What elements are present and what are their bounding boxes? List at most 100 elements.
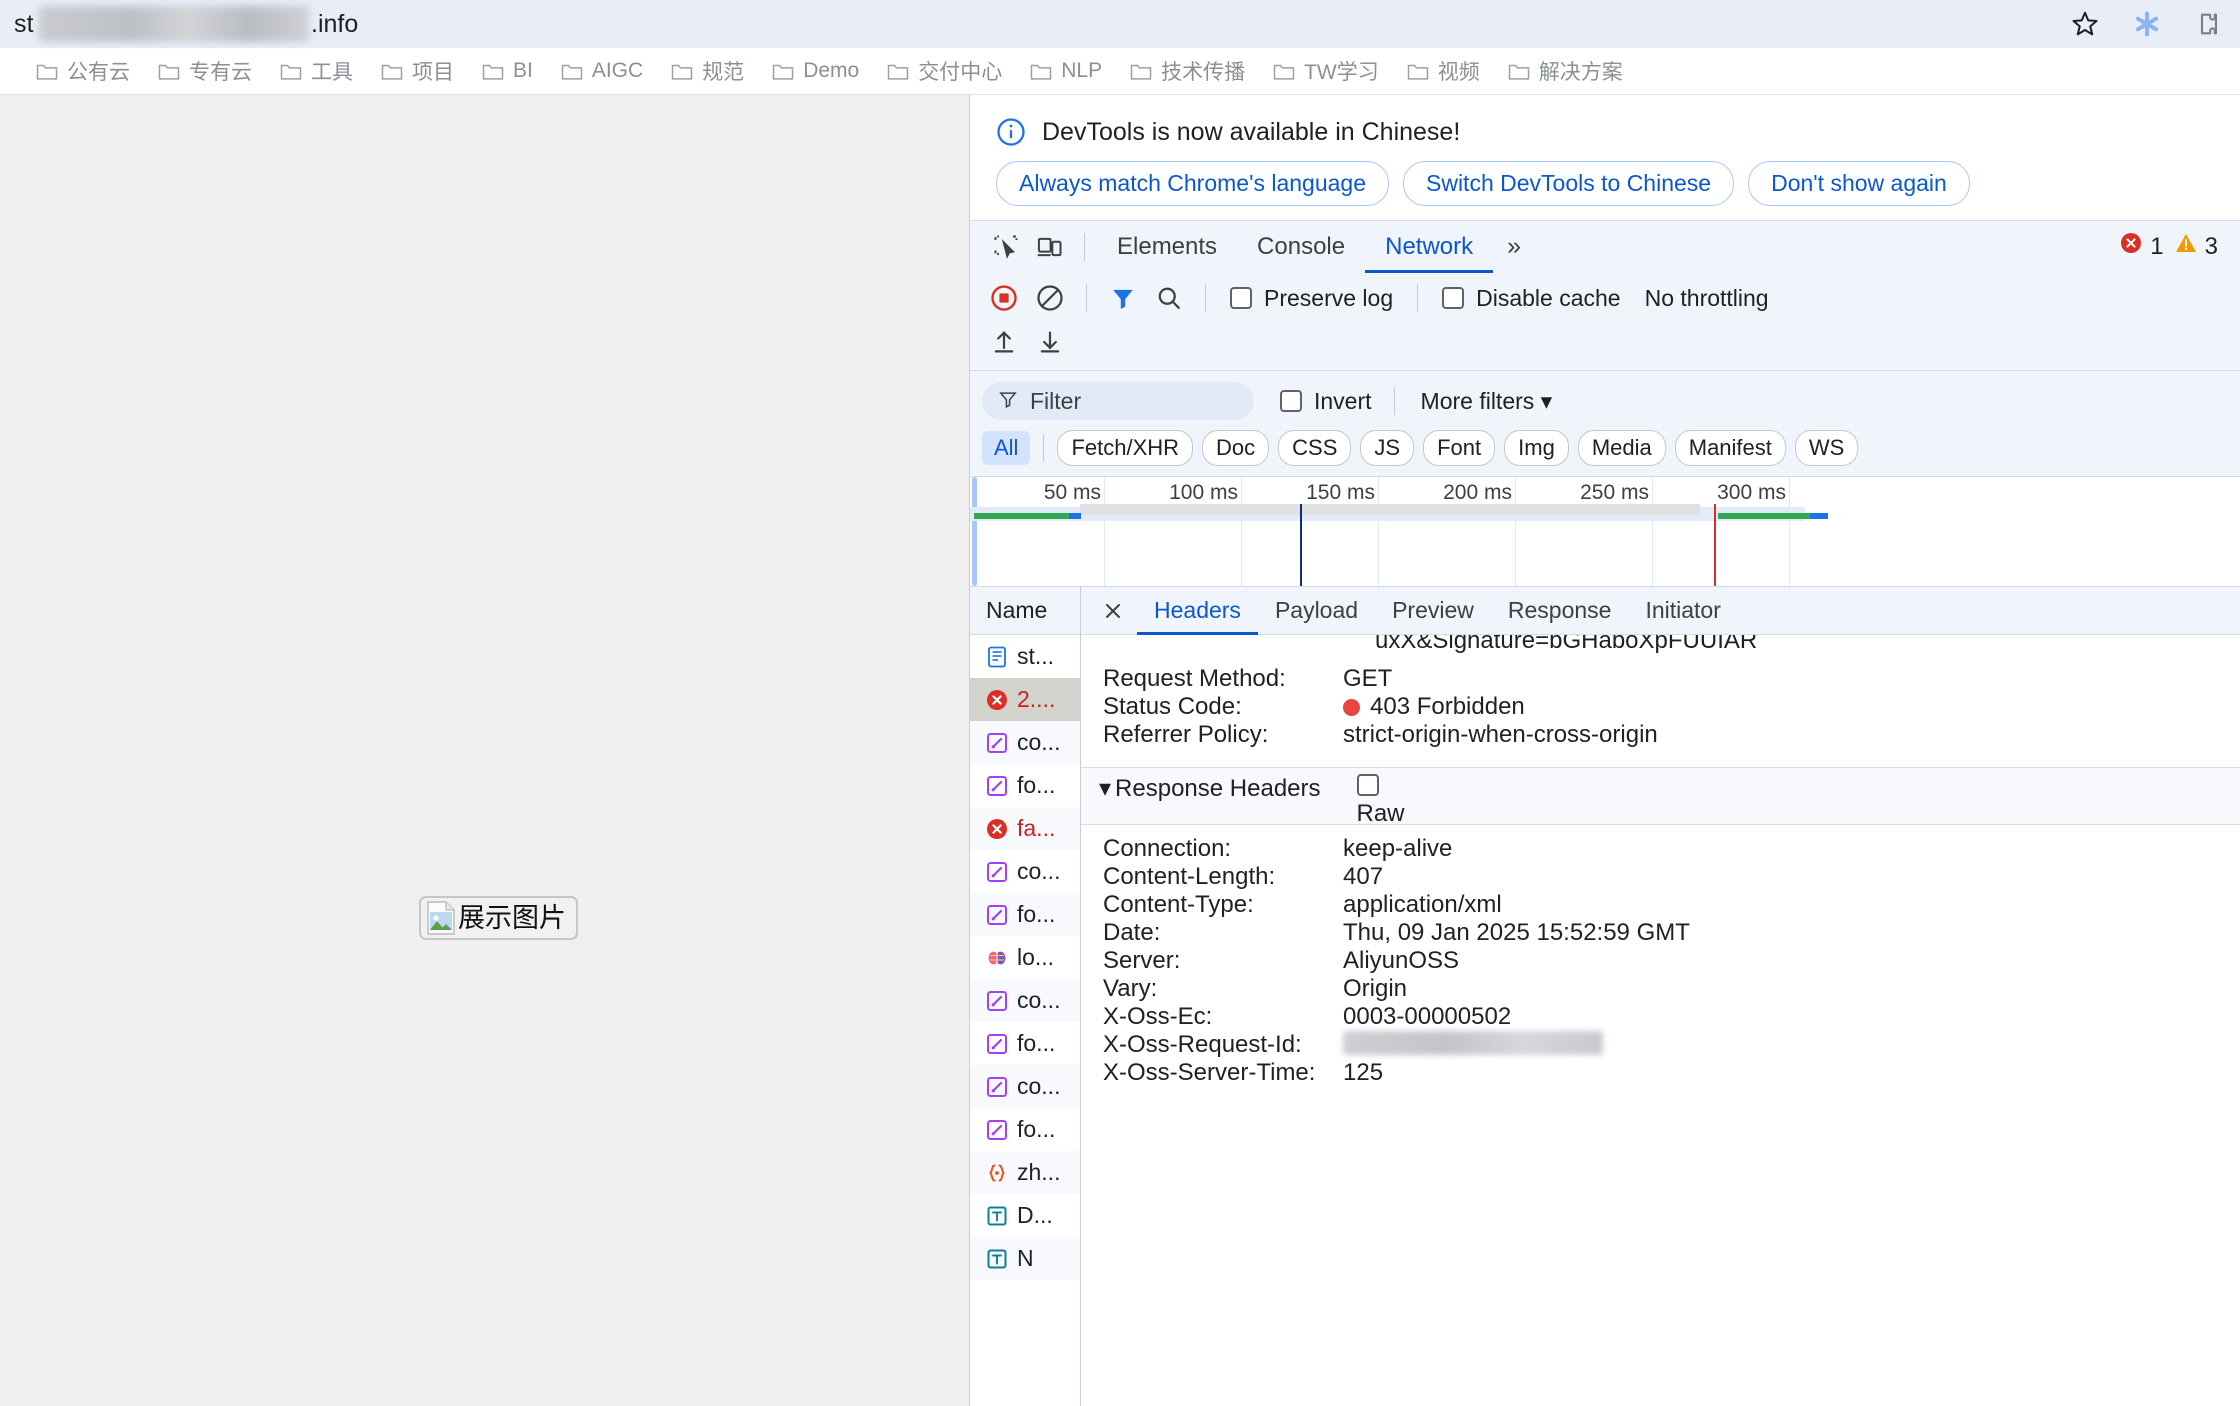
warning-count[interactable]: 3 <box>2174 231 2218 262</box>
export-har-icon[interactable] <box>1028 322 1072 362</box>
more-tabs-icon[interactable]: » <box>1493 232 1535 261</box>
request-row[interactable]: st... <box>970 635 1080 678</box>
request-row[interactable]: N <box>970 1237 1080 1280</box>
header-key: Referrer Policy: <box>1103 721 1269 748</box>
bookmark-item[interactable]: TW学习 <box>1259 53 1393 89</box>
request-name: fo... <box>1017 772 1056 798</box>
type-filter-js[interactable]: JS <box>1360 430 1415 466</box>
raw-checkbox[interactable] <box>1356 774 1379 796</box>
raw-toggle[interactable]: Raw <box>1356 774 1405 828</box>
bookmark-label: 项目 <box>412 61 454 84</box>
broken-image-placeholder[interactable]: 展示图片 <box>419 896 578 940</box>
request-row[interactable]: fa... <box>970 807 1080 850</box>
bookmark-item[interactable]: 规范 <box>657 53 758 89</box>
timeline-selection-handle[interactable] <box>972 477 977 586</box>
always-match-language-button[interactable]: Always match Chrome's language <box>996 161 1389 206</box>
script-icon <box>984 1031 1010 1057</box>
invert-checkbox[interactable]: Invert <box>1270 388 1382 415</box>
clear-requests-icon[interactable] <box>1028 278 1072 318</box>
search-icon[interactable] <box>1147 278 1191 318</box>
bookmark-label: Demo <box>803 59 860 82</box>
devtools-language-banner: DevTools is now available in Chinese! Al… <box>970 95 2240 220</box>
timeline-green-bar <box>974 513 1069 519</box>
error-count[interactable]: 1 <box>2119 231 2164 262</box>
request-row[interactable]: fo... <box>970 1108 1080 1151</box>
type-filter-fetch-xhr[interactable]: Fetch/XHR <box>1057 430 1194 466</box>
script-icon <box>984 988 1010 1014</box>
import-har-icon[interactable] <box>982 322 1026 362</box>
json-icon <box>984 1160 1010 1186</box>
type-filter-ws[interactable]: WS <box>1794 430 1859 466</box>
bookmark-item[interactable]: 公有云 <box>22 53 144 89</box>
bookmark-item[interactable]: 技术传播 <box>1116 53 1259 89</box>
warning-icon <box>2174 231 2198 262</box>
bookmark-item[interactable]: 专有云 <box>144 53 266 89</box>
close-icon[interactable] <box>1089 587 1137 635</box>
response-headers-list: Connection: keep-alive Content-Length: 4… <box>1081 825 2240 1087</box>
detail-tab-payload[interactable]: Payload <box>1258 587 1375 635</box>
disable-cache-checkbox[interactable]: Disable cache <box>1432 285 1630 312</box>
record-stop-icon[interactable] <box>982 278 1026 318</box>
request-row[interactable]: co... <box>970 1065 1080 1108</box>
bookmark-item[interactable]: 交付中心 <box>873 53 1016 89</box>
header-value: Origin <box>1343 975 1408 1002</box>
bookmark-label: 公有云 <box>67 61 130 84</box>
filter-input[interactable]: Filter <box>982 382 1254 420</box>
request-row[interactable]: fo... <box>970 764 1080 807</box>
bookmark-item[interactable]: 项目 <box>367 53 468 89</box>
type-filter-css[interactable]: CSS <box>1278 430 1352 466</box>
tab-console[interactable]: Console <box>1237 221 1365 273</box>
preserve-log-checkbox[interactable]: Preserve log <box>1220 285 1403 312</box>
switch-devtools-chinese-button[interactable]: Switch DevTools to Chinese <box>1403 161 1735 206</box>
type-filter-font[interactable]: Font <box>1423 430 1496 466</box>
bookmark-item[interactable]: 工具 <box>266 53 367 89</box>
broken-image-icon <box>426 901 456 935</box>
bookmark-item[interactable]: NLP <box>1016 53 1116 89</box>
star-icon[interactable] <box>2068 7 2102 41</box>
tab-elements[interactable]: Elements <box>1097 221 1237 273</box>
filter-funnel-icon[interactable] <box>1101 278 1145 318</box>
request-list[interactable]: Name st... 2.... co... fo... fa... co...… <box>970 587 1081 1406</box>
detail-tab-initiator[interactable]: Initiator <box>1628 587 1737 635</box>
bookmark-item[interactable]: 视频 <box>1393 53 1494 89</box>
detail-tab-headers[interactable]: Headers <box>1137 587 1258 635</box>
type-filter-media[interactable]: Media <box>1577 430 1666 466</box>
extensions-puzzle-icon[interactable] <box>2192 7 2226 41</box>
type-filter-all[interactable]: All <box>982 431 1031 465</box>
header-row: Server: AliyunOSS <box>1081 947 2240 975</box>
detail-tab-response[interactable]: Response <box>1491 587 1629 635</box>
bookmark-item[interactable]: 解决方案 <box>1494 53 1637 89</box>
request-row[interactable]: D... <box>970 1194 1080 1237</box>
request-row[interactable]: fo... <box>970 893 1080 936</box>
more-filters-dropdown[interactable]: More filters ▾ <box>1407 388 1553 415</box>
blue-asterisk-icon[interactable] <box>2130 7 2164 41</box>
header-key: Server: <box>1103 947 1181 974</box>
response-headers-title[interactable]: ▾ Response Headers <box>1099 774 1321 803</box>
type-filter-manifest[interactable]: Manifest <box>1674 430 1786 466</box>
omnibox-actions <box>2068 0 2226 48</box>
type-filter-doc[interactable]: Doc <box>1202 430 1270 466</box>
bookmark-item[interactable]: AIGC <box>547 53 657 89</box>
request-row[interactable]: 2.... <box>970 678 1080 721</box>
device-toolbar-icon[interactable] <box>1028 225 1072 269</box>
inspect-element-icon[interactable] <box>984 225 1028 269</box>
request-row[interactable]: lo... <box>970 936 1080 979</box>
detail-tab-preview[interactable]: Preview <box>1375 587 1491 635</box>
bookmark-item[interactable]: Demo <box>758 53 873 89</box>
folder-icon <box>1407 62 1429 81</box>
request-list-header[interactable]: Name <box>970 587 1080 635</box>
type-filter-img[interactable]: Img <box>1504 430 1569 466</box>
request-row[interactable]: fo... <box>970 1022 1080 1065</box>
request-row[interactable]: co... <box>970 979 1080 1022</box>
bookmark-item[interactable]: BI <box>468 53 547 89</box>
network-timeline-overview[interactable]: 50 ms 100 ms 150 ms 200 ms 250 ms 300 ms <box>970 477 2240 587</box>
dont-show-again-button[interactable]: Don't show again <box>1748 161 1970 206</box>
request-row[interactable]: co... <box>970 850 1080 893</box>
header-key: X-Oss-Request-Id: <box>1103 1031 1302 1058</box>
request-row[interactable]: co... <box>970 721 1080 764</box>
request-name: co... <box>1017 1073 1061 1099</box>
request-row[interactable]: zh... <box>970 1151 1080 1194</box>
tab-network[interactable]: Network <box>1365 221 1493 273</box>
devtools-tabstrip: Elements Console Network » 1 3 <box>970 220 2240 272</box>
throttling-dropdown[interactable]: No throttling <box>1633 285 1769 312</box>
